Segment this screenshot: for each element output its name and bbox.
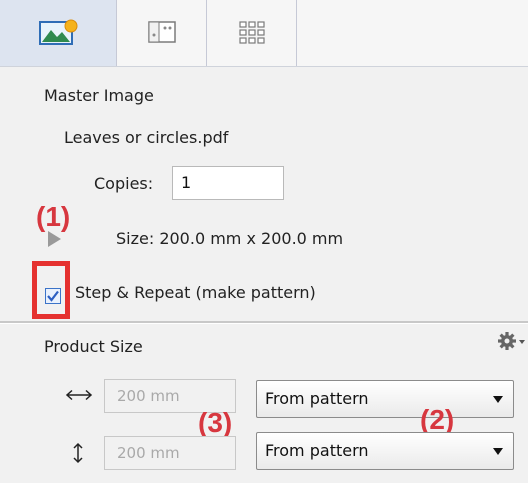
master-image-title: Master Image [44, 86, 154, 105]
width-mode-value: From pattern [265, 389, 369, 408]
tab-bar [0, 0, 528, 67]
width-arrow-icon [65, 389, 93, 401]
step-repeat-checkbox[interactable] [45, 288, 61, 304]
height-field[interactable]: 200 mm [104, 436, 236, 470]
product-size-title: Product Size [44, 337, 143, 356]
height-mode-select[interactable]: From pattern [256, 432, 514, 470]
annotation-2: (2) [420, 404, 455, 435]
crop-layout-icon [147, 21, 176, 43]
checkbox-highlight [32, 261, 70, 319]
copies-input[interactable]: 1 [172, 166, 284, 200]
tab-image[interactable] [0, 0, 117, 66]
width-mode-select[interactable]: From pattern [256, 380, 514, 418]
tab-grid[interactable] [207, 0, 297, 66]
checkmark-icon [47, 290, 59, 302]
annotation-3: (3) [198, 407, 233, 438]
annotation-1: (1) [36, 201, 71, 232]
copies-label: Copies: [94, 174, 154, 193]
height-arrow-icon [73, 442, 83, 464]
dropdown-arrow-icon [493, 448, 503, 455]
panel: Master Image Leaves or circles.pdf Copie… [0, 0, 528, 483]
section-divider-highlight [0, 323, 528, 324]
master-image-filename: Leaves or circles.pdf [64, 128, 229, 147]
gear-icon[interactable] [498, 330, 526, 352]
landscape-image-icon [39, 19, 78, 45]
grid-icon [238, 21, 265, 44]
size-text: Size: 200.0 mm x 200.0 mm [116, 229, 344, 248]
tab-layout[interactable] [117, 0, 207, 66]
expand-triangle-icon[interactable] [48, 231, 61, 247]
height-mode-value: From pattern [265, 441, 369, 460]
step-repeat-label[interactable]: Step & Repeat (make pattern) [75, 283, 316, 302]
dropdown-arrow-icon [493, 396, 503, 403]
